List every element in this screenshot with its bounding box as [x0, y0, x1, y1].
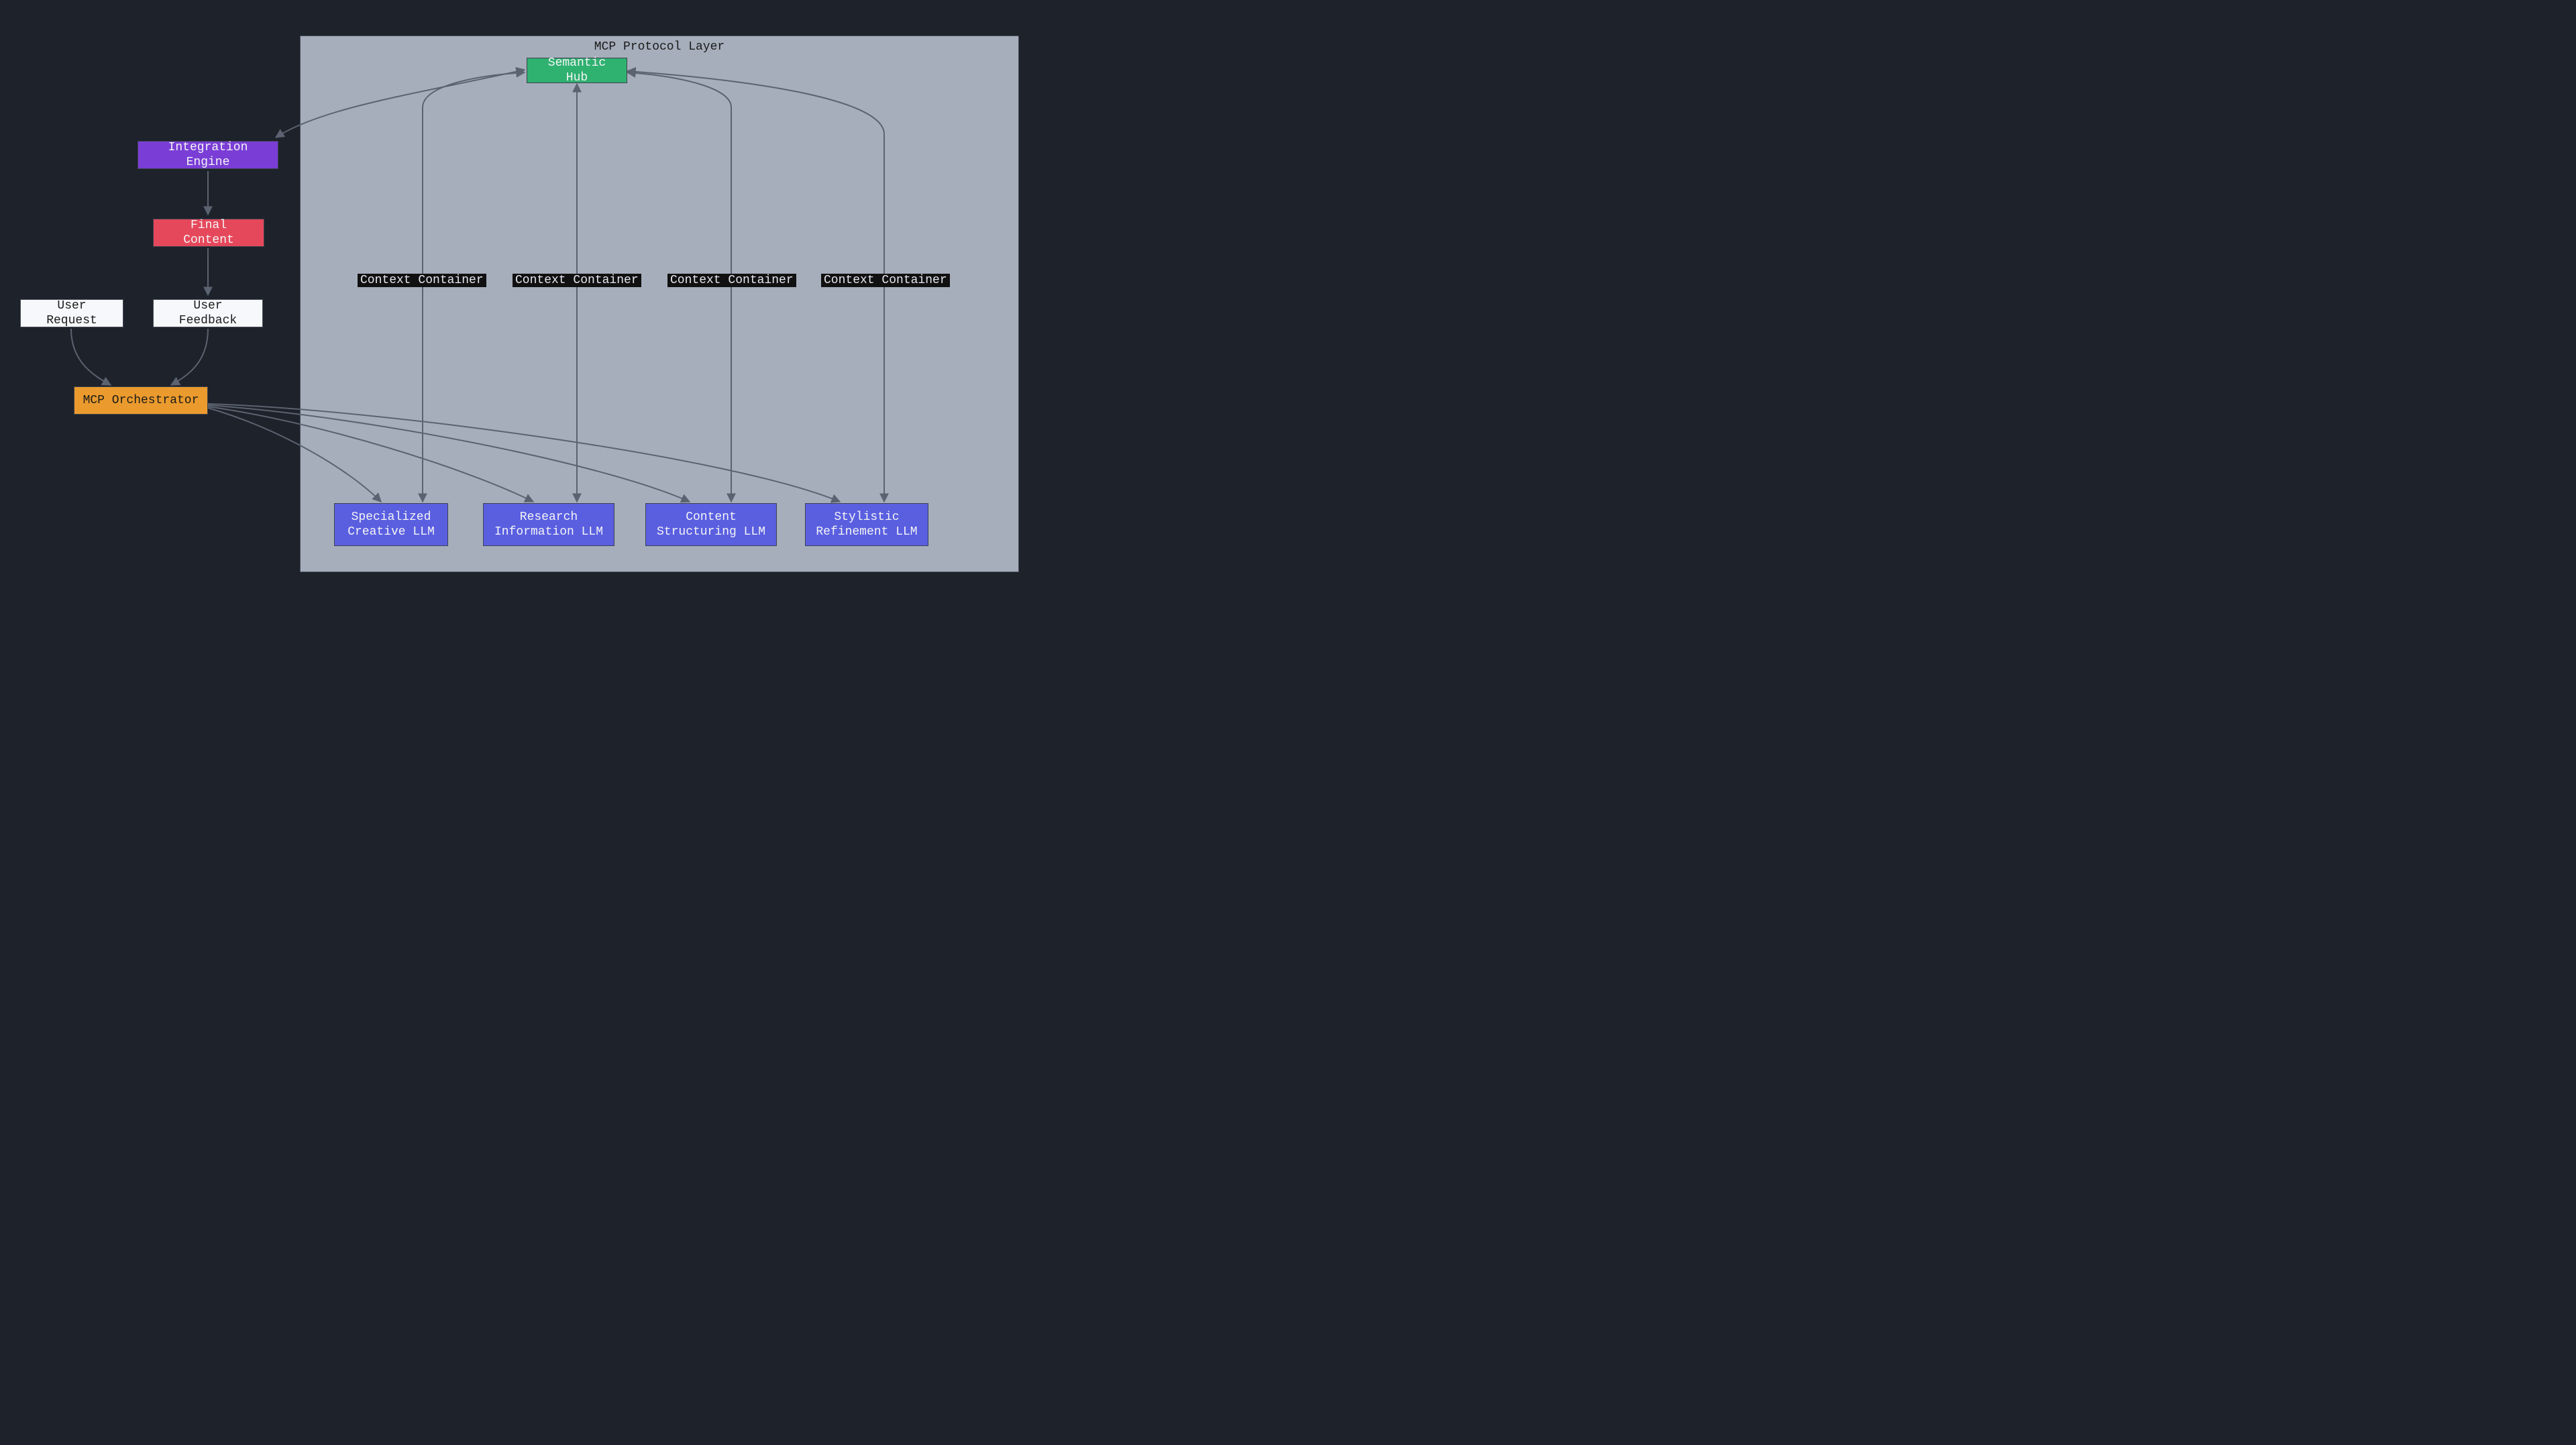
container-title: MCP Protocol Layer: [301, 40, 1018, 54]
edge-label-context-3: Context Container: [667, 274, 796, 287]
mcp-protocol-layer-container: MCP Protocol Layer: [300, 36, 1019, 572]
node-mcp-orchestrator: MCP Orchestrator: [74, 386, 208, 415]
edge-request-orchestrator: [71, 329, 111, 385]
edge-feedback-orchestrator: [171, 329, 208, 385]
node-user-feedback: User Feedback: [153, 299, 263, 327]
node-llm-creative: Specialized Creative LLM: [334, 503, 448, 546]
edge-label-context-2: Context Container: [513, 274, 641, 287]
node-llm-research: Research Information LLM: [483, 503, 614, 546]
node-user-request: User Request: [20, 299, 123, 327]
node-llm-stylistic: Stylistic Refinement LLM: [805, 503, 928, 546]
node-final-content: Final Content: [153, 219, 264, 247]
edge-label-context-4: Context Container: [821, 274, 950, 287]
node-llm-structuring: Content Structuring LLM: [645, 503, 777, 546]
node-integration-engine: Integration Engine: [138, 141, 278, 169]
edge-label-context-1: Context Container: [358, 274, 486, 287]
node-semantic-hub: Semantic Hub: [527, 58, 627, 83]
diagram-canvas: MCP Protocol Layer: [0, 0, 1041, 584]
